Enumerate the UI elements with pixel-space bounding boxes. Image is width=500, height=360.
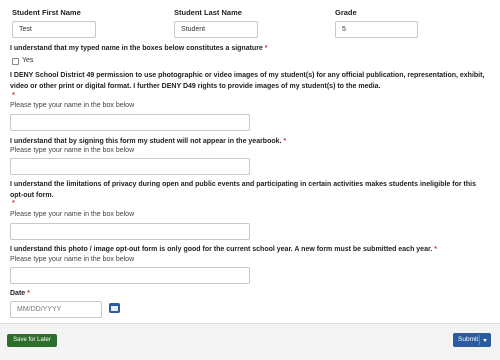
q2-required-mark: *	[283, 138, 287, 145]
q3-hint: Please type your name in the box below	[10, 211, 135, 218]
first-name-label: Student First Name	[12, 8, 81, 17]
q1-question: I DENY School District 49 permission to …	[10, 71, 490, 92]
q1-signature-input[interactable]	[10, 114, 250, 131]
q3-required-mark: *	[12, 200, 15, 207]
chevron-down-icon[interactable]	[483, 339, 487, 342]
q2-signature-input[interactable]	[10, 158, 250, 175]
q2-hint: Please type your name in the box below	[10, 147, 135, 154]
q4-signature-input[interactable]	[10, 267, 250, 284]
q1-required-mark: *	[12, 92, 15, 99]
q1-hint: Please type your name in the box below	[10, 102, 135, 109]
q4-question: I understand this photo / image opt-out …	[10, 245, 490, 256]
grade-input[interactable]: 5	[335, 21, 418, 38]
last-name-input[interactable]: Student	[174, 21, 258, 38]
signature-ack-question: I understand that my typed name in the b…	[10, 44, 490, 55]
signature-ack-text: I understand that my typed name in the b…	[10, 45, 263, 52]
date-label-text: Date	[10, 290, 26, 297]
calendar-icon[interactable]	[109, 303, 120, 313]
submit-divider	[479, 335, 480, 345]
q2-question: I understand that by signing this form m…	[10, 137, 490, 148]
date-required-mark: *	[27, 290, 30, 297]
grade-label: Grade	[335, 8, 357, 17]
save-for-later-button[interactable]: Save for Later	[7, 334, 57, 347]
date-label: Date *	[10, 289, 490, 300]
last-name-label: Student Last Name	[174, 8, 242, 17]
q1-text: I DENY School District 49 permission to …	[10, 72, 485, 90]
q4-text: I understand this photo / image opt-out …	[10, 246, 433, 253]
signature-ack-yes-label[interactable]: Yes	[22, 57, 33, 64]
form-footer	[0, 323, 500, 360]
submit-button-label: Submit	[458, 336, 479, 343]
q3-text: I understand the limitations of privacy …	[10, 181, 476, 199]
q3-signature-input[interactable]	[10, 223, 250, 240]
q4-hint: Please type your name in the box below	[10, 256, 135, 263]
required-mark: *	[264, 45, 268, 52]
q2-text: I understand that by signing this form m…	[10, 138, 282, 145]
date-input[interactable]	[10, 301, 102, 318]
signature-ack-checkbox[interactable]	[12, 58, 19, 65]
first-name-input[interactable]: Test	[12, 21, 96, 38]
q3-question: I understand the limitations of privacy …	[10, 180, 490, 201]
q4-required-mark: *	[434, 246, 437, 253]
submit-button[interactable]: Submit	[453, 333, 491, 347]
